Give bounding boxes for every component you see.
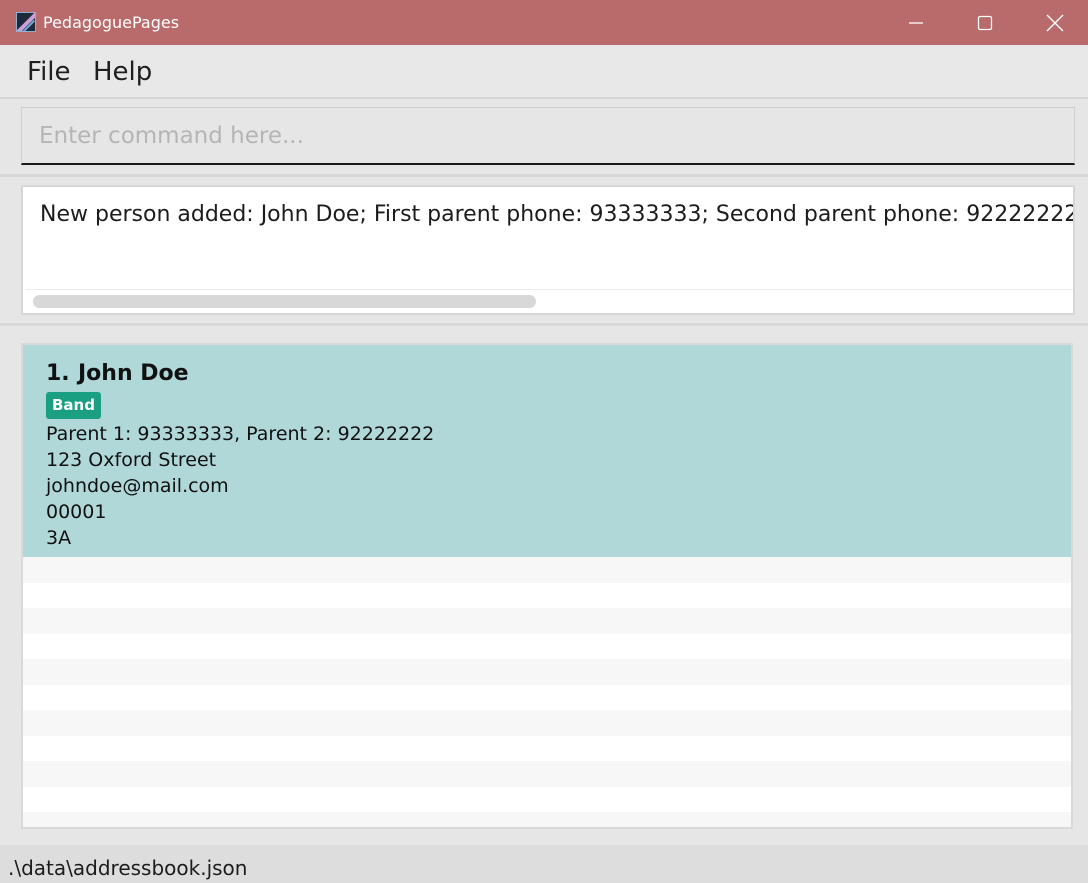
app-logo-icon bbox=[16, 12, 36, 32]
empty-list-row bbox=[23, 634, 1071, 660]
person-name: John Doe bbox=[78, 361, 189, 386]
empty-list-row bbox=[23, 710, 1071, 736]
maximize-button[interactable] bbox=[950, 0, 1020, 45]
empty-list-row bbox=[23, 659, 1071, 685]
person-address: 123 Oxford Street bbox=[46, 449, 217, 471]
person-phones: Parent 1: 93333333, Parent 2: 92222222 bbox=[46, 423, 435, 445]
empty-list-row bbox=[23, 608, 1071, 634]
status-bar: .\data\addressbook.json bbox=[0, 845, 1088, 883]
scrollbar-thumb[interactable] bbox=[33, 295, 536, 308]
close-icon bbox=[1046, 14, 1064, 31]
person-class: 3A bbox=[46, 527, 72, 549]
window-title: PedagoguePages bbox=[43, 13, 180, 32]
divider bbox=[0, 174, 1088, 177]
save-location: .\data\addressbook.json bbox=[8, 856, 248, 880]
empty-list-row bbox=[23, 787, 1071, 813]
empty-list-row bbox=[23, 557, 1071, 583]
empty-list-row bbox=[23, 685, 1071, 711]
menu-file[interactable]: File bbox=[27, 56, 71, 88]
empty-list-row bbox=[23, 583, 1071, 609]
empty-list-row bbox=[23, 736, 1071, 762]
close-button[interactable] bbox=[1020, 0, 1088, 45]
menu-help[interactable]: Help bbox=[93, 56, 152, 88]
divider bbox=[0, 323, 1088, 326]
person-name-line: 1. John Doe bbox=[46, 360, 189, 388]
result-display: New person added: John Doe; First parent… bbox=[21, 185, 1075, 315]
command-input[interactable] bbox=[21, 107, 1075, 165]
menu-bar: File Help bbox=[0, 45, 1088, 99]
person-email: johndoe@mail.com bbox=[46, 475, 229, 497]
horizontal-scrollbar[interactable] bbox=[25, 289, 1073, 311]
person-tag: Band bbox=[46, 392, 101, 419]
person-card[interactable]: 1. John Doe Band Parent 1: 93333333, Pare… bbox=[23, 345, 1071, 557]
minimize-icon bbox=[909, 21, 923, 24]
empty-list-row bbox=[23, 812, 1071, 827]
person-index: 1. bbox=[46, 361, 70, 386]
title-bar: PedagoguePages bbox=[0, 0, 1088, 45]
maximize-icon bbox=[977, 15, 993, 30]
empty-list-row bbox=[23, 761, 1071, 787]
person-student-id: 00001 bbox=[46, 501, 107, 523]
minimize-button[interactable] bbox=[881, 0, 951, 45]
person-list: 1. John Doe Band Parent 1: 93333333, Pare… bbox=[21, 343, 1073, 829]
result-message: New person added: John Doe; First parent… bbox=[40, 202, 1075, 227]
